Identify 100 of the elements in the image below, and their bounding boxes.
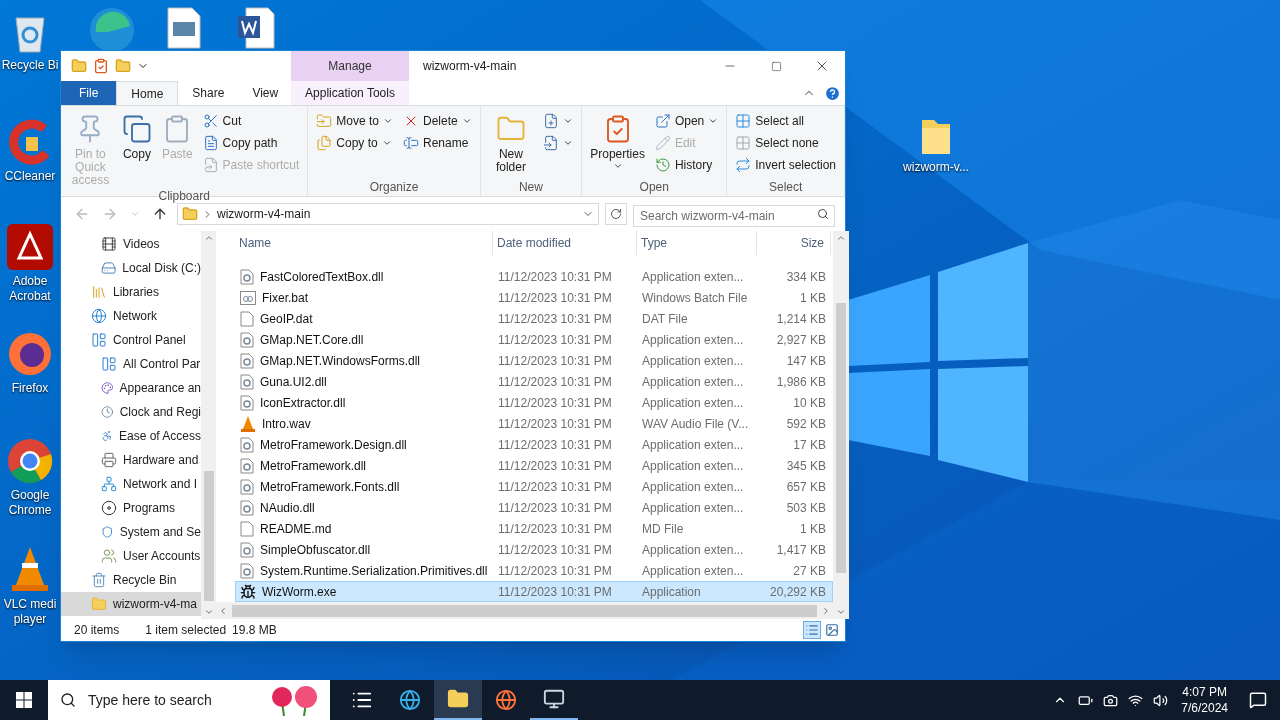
scrollbar[interactable]	[201, 231, 216, 619]
ribbon-button[interactable]: Cut	[198, 110, 304, 132]
file-row[interactable]: MetroFramework.dll 11/12/2023 10:31 PM Application exten... 345 KB	[235, 455, 833, 476]
nav-item[interactable]: Appearance an	[61, 376, 201, 400]
scrollbar-thumb[interactable]	[836, 303, 846, 573]
nav-item[interactable]: User Accounts	[61, 544, 201, 568]
column-header[interactable]: Type	[637, 231, 757, 255]
desktop-icon-label[interactable]: Firefox	[11, 381, 49, 396]
file-row[interactable]: MetroFramework.Fonts.dll 11/12/2023 10:31 PM Application exten... 657 KB	[235, 476, 833, 497]
nav-item[interactable]: Clock and Regi	[61, 400, 201, 424]
file-row[interactable]: FastColoredTextBox.dll 11/12/2023 10:31 PM Application exten... 334 KB	[235, 266, 833, 287]
ribbon-button[interactable]: Rename	[399, 132, 476, 154]
folder-icon[interactable]	[115, 58, 131, 74]
file-row[interactable]: README.md 11/12/2023 10:31 PM MD File 1 KB	[235, 518, 833, 539]
desktop-icon-label[interactable]: wizworm-v...	[903, 160, 969, 175]
nav-item[interactable]: Hardware and	[61, 448, 201, 472]
nav-item[interactable]: wizworm-v4-ma	[61, 592, 201, 616]
nav-item[interactable]: Local Disk (C:)	[61, 256, 201, 280]
taskbar-app-button[interactable]	[434, 680, 482, 720]
nav-item[interactable]: System and Se	[61, 520, 201, 544]
chevron-up-icon	[836, 233, 846, 243]
ribbon-button[interactable]: New folder	[484, 110, 538, 174]
grid-icon	[735, 113, 752, 129]
help-icon[interactable]	[824, 84, 841, 102]
ribbon-button[interactable]: Open	[650, 110, 723, 132]
nav-item[interactable]: Control Panel	[61, 328, 201, 352]
ribbon-button[interactable]: History	[650, 154, 723, 176]
chrome-icon[interactable]	[7, 438, 53, 484]
ribbon-tab[interactable]: Home	[116, 81, 179, 105]
desktop-icon-label[interactable]: VLC medi player	[0, 597, 60, 627]
file-row[interactable]: NAudio.dll 11/12/2023 10:31 PM Application exten... 503 KB	[235, 497, 833, 518]
address-field[interactable]: wizworm-v4-main	[177, 203, 599, 225]
file-row[interactable]: IconExtractor.dll 11/12/2023 10:31 PM Application exten... 10 KB	[235, 392, 833, 413]
file-row[interactable]: GMap.NET.WindowsForms.dll 11/12/2023 10:31 PM Application exten... 147 KB	[235, 350, 833, 371]
table-cell-text: 11/12/2023 10:31 PM	[498, 289, 612, 307]
file-row[interactable]: Guna.UI2.dll 11/12/2023 10:31 PM Application exten... 1,986 KB	[235, 371, 833, 392]
table-cell-text: 11/12/2023 10:31 PM	[498, 499, 612, 517]
nav-item[interactable]: Libraries	[61, 280, 201, 304]
file-row[interactable]: GMap.NET.Core.dll 11/12/2023 10:31 PM Application exten... 2,927 KB	[235, 329, 833, 350]
ribbon-button[interactable]: Invert selection	[731, 154, 840, 176]
desktop-icon-label[interactable]: CCleaner	[4, 169, 56, 184]
taskbar-search-field[interactable]: Type here to search	[48, 680, 330, 720]
view-button[interactable]	[803, 621, 821, 639]
ribbon-button[interactable]: Move to	[312, 110, 397, 132]
nav-item[interactable]: Network and I	[61, 472, 201, 496]
column-header[interactable]: Date modified	[493, 231, 637, 255]
file-row[interactable]: MetroFramework.Design.dll 11/12/2023 10:31 PM Application exten... 17 KB	[235, 434, 833, 455]
nav-item[interactable]: All Control Par	[61, 352, 201, 376]
volume-icon[interactable]	[1153, 692, 1169, 708]
ribbon-tab[interactable]: Share	[178, 81, 239, 105]
printer-icon	[101, 452, 117, 468]
table-cell-text: 10 KB	[793, 394, 826, 412]
network-icon[interactable]	[1128, 692, 1144, 708]
nav-item[interactable]: Ease of Access	[61, 424, 201, 448]
ribbon-button[interactable]: Select none	[731, 132, 840, 154]
image-file-icon[interactable]	[166, 6, 202, 50]
desktop-icon-label[interactable]: Adobe Acrobat	[0, 274, 60, 304]
file-row[interactable]: WizWorm.exe 11/12/2023 10:31 PM Application 20,292 KB	[235, 581, 833, 602]
scrollbar[interactable]	[833, 231, 849, 619]
nav-item[interactable]: Videos	[61, 232, 201, 256]
clock-icon	[101, 404, 114, 420]
group-label: Select	[767, 179, 804, 196]
caret-icon	[563, 138, 574, 148]
file-row[interactable]: Fixer.bat 11/12/2023 10:31 PM Windows Batch File 1 KB	[235, 287, 833, 308]
table-cell-text: README.md	[260, 520, 332, 538]
ribbon-button[interactable]: Copy path	[198, 132, 304, 154]
scrollbar-thumb[interactable]	[232, 604, 817, 617]
file-row[interactable]: SimpleObfuscator.dll 11/12/2023 10:31 PM Application exten... 1,417 KB	[235, 539, 833, 560]
desktop-icon-label[interactable]: Google Chrome	[0, 488, 60, 518]
desktop-icon-label[interactable]: Recycle Bi	[1, 58, 59, 73]
grid-icon	[735, 135, 752, 151]
table-cell-text: 1 KB	[800, 520, 826, 538]
column-header[interactable]: Name	[235, 231, 493, 255]
camera-icon[interactable]	[1103, 692, 1119, 708]
view-button[interactable]	[823, 621, 841, 639]
ribbon-button[interactable]: Delete	[399, 110, 476, 132]
ribbon-tab[interactable]: View	[238, 81, 293, 105]
column-header[interactable]: Size	[757, 231, 831, 255]
nav-item[interactable]: Network	[61, 304, 201, 328]
ribbon-tab[interactable]: Application Tools	[291, 81, 409, 105]
ribbon-button[interactable]: Copy	[117, 110, 156, 161]
clock-button[interactable]: 4:07 PM 7/6/2024	[1173, 684, 1236, 716]
nav-item[interactable]: Recycle Bin	[61, 568, 201, 592]
acrobat-icon[interactable]	[7, 224, 53, 270]
table-cell-text: MD File	[642, 520, 684, 538]
file-row[interactable]: GeoIP.dat 11/12/2023 10:31 PM DAT File 1,214 KB	[235, 308, 833, 329]
ribbon-button[interactable]: Select all	[731, 110, 840, 132]
word-document-icon[interactable]	[236, 6, 276, 50]
folder-icon[interactable]	[71, 58, 87, 74]
ribbon-button[interactable]: Properties	[586, 110, 649, 171]
file-row[interactable]: System.Runtime.Serialization.Primitives.dll 11/12/2023 10:31 PM Application exten... 27 KB	[235, 560, 833, 581]
ribbon-tab[interactable]: File	[61, 81, 117, 105]
search-field[interactable]: Search wizworm-v4-main	[633, 205, 835, 227]
file-row[interactable]: Intro.wav 11/12/2023 10:31 PM WAV Audio File (V... 592 KB	[235, 413, 833, 434]
scrollbar-thumb[interactable]	[203, 471, 214, 601]
nav-item[interactable]: Programs	[61, 496, 201, 520]
properties-icon[interactable]	[93, 58, 109, 74]
blank-page-icon	[240, 310, 254, 327]
refresh-button[interactable]	[605, 203, 627, 225]
ribbon-button[interactable]: Copy to	[312, 132, 397, 154]
